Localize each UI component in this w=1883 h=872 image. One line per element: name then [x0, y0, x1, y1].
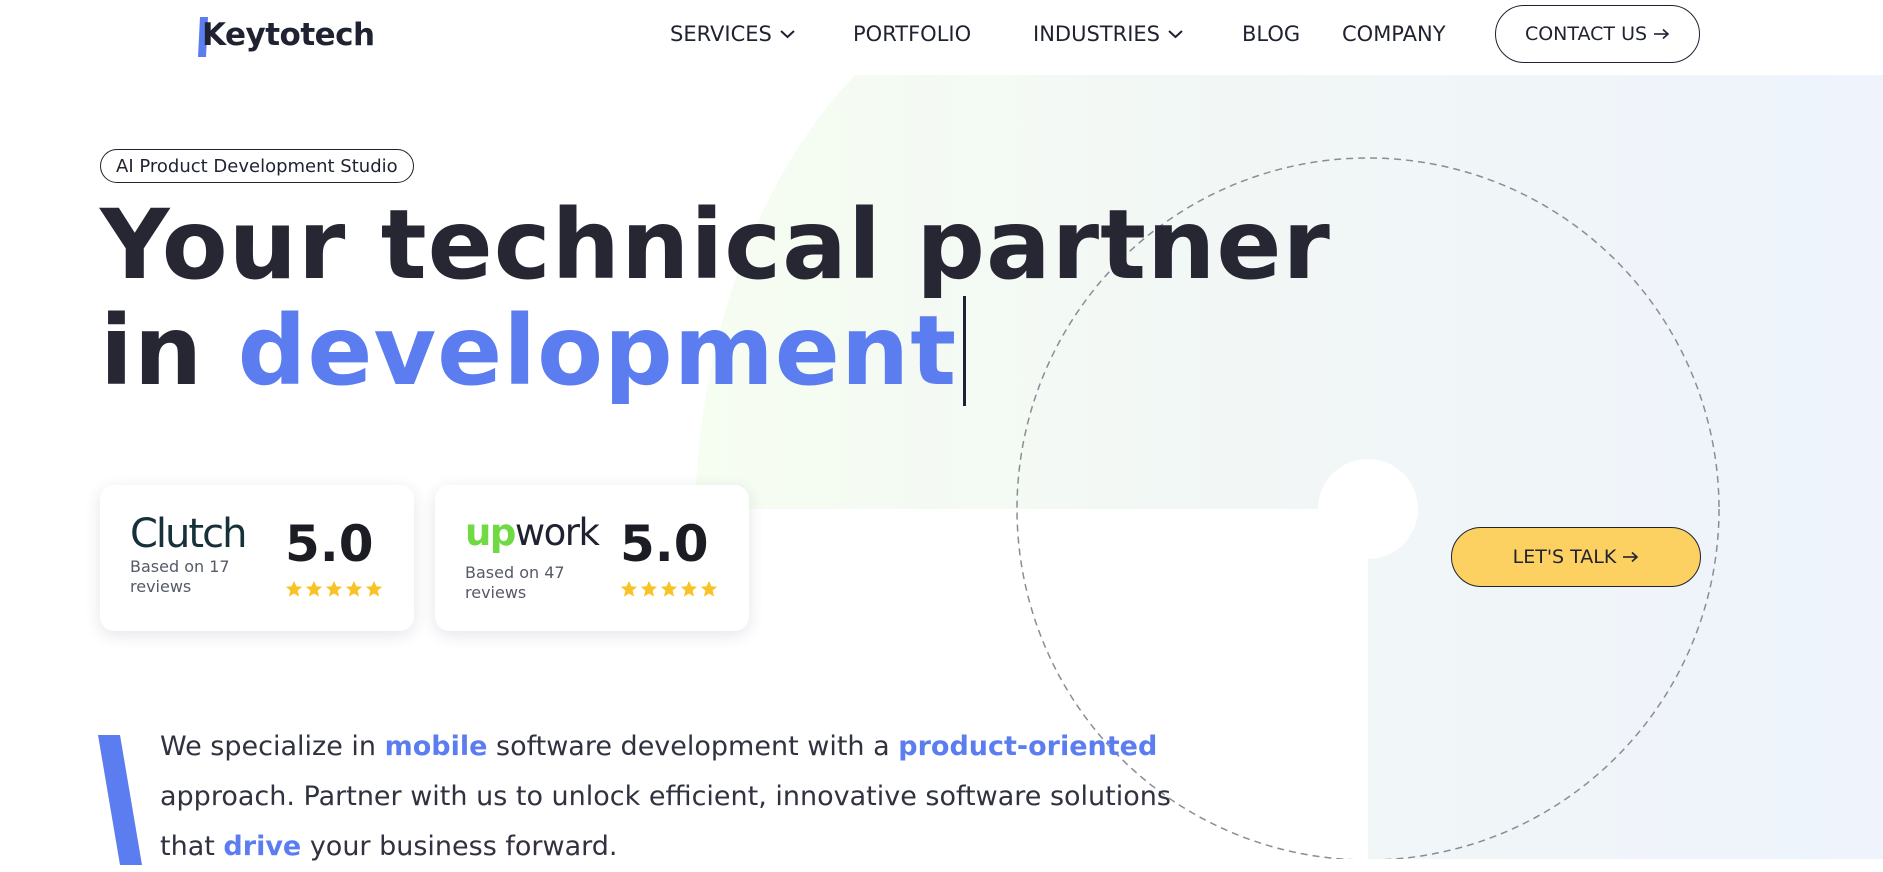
star-icon	[325, 580, 343, 597]
upwork-score: 5.0	[620, 515, 709, 573]
contact-us-label: CONTACT US	[1524, 23, 1648, 45]
clutch-logo: Clutch	[130, 511, 247, 557]
nav-item-portfolio[interactable]: PORTFOLIO	[853, 22, 971, 46]
nav-item-label: BLOG	[1242, 22, 1301, 46]
hero-headline: Your technical partner in development	[100, 195, 1331, 406]
nav-item-industries[interactable]: INDUSTRIES	[1033, 22, 1183, 46]
star-icon	[680, 580, 698, 597]
studio-tag-pill: AI Product Development Studio	[100, 149, 414, 183]
arrow-right-icon	[1654, 28, 1670, 40]
lets-talk-label: LET'S TALK	[1512, 546, 1617, 568]
intro-highlight-mobile: mobile	[384, 731, 488, 762]
arrow-right-icon	[1623, 551, 1639, 563]
contact-us-button[interactable]: CONTACT US	[1495, 5, 1700, 63]
intro-highlight-product-oriented: product-oriented	[898, 731, 1158, 762]
clutch-score: 5.0	[285, 515, 374, 573]
clutch-star-rating	[285, 580, 383, 598]
star-icon	[285, 580, 303, 597]
lets-talk-button[interactable]: LET'S TALK	[1451, 527, 1701, 587]
headline-line-2: in development	[100, 296, 1331, 406]
headline-accent-word: development	[237, 295, 958, 407]
clutch-review-note: Based on 17 reviews	[130, 557, 230, 596]
nav-item-label: COMPANY	[1342, 22, 1446, 46]
typing-caret	[963, 296, 967, 406]
logo-text: Keytotech	[202, 17, 375, 53]
chevron-down-icon	[1168, 30, 1183, 39]
logo[interactable]: Keytotech	[198, 12, 375, 58]
nav-item-services[interactable]: SERVICES	[670, 22, 795, 46]
upwork-logo: upwork	[465, 511, 600, 554]
nav-item-label: SERVICES	[670, 22, 772, 46]
upwork-logo-prefix: up	[465, 511, 516, 554]
star-icon	[700, 580, 718, 597]
upwork-review-note: Based on 47 reviews	[465, 563, 565, 602]
nav-item-label: PORTFOLIO	[853, 22, 972, 46]
nav-item-company[interactable]: COMPANY	[1342, 22, 1446, 46]
upwork-logo-suffix: work	[514, 511, 600, 554]
nav-item-blog[interactable]: BLOG	[1242, 22, 1300, 46]
star-icon	[640, 580, 658, 597]
background-white-notch	[1318, 459, 1418, 559]
star-icon	[345, 580, 363, 597]
intro-text: We specialize in	[160, 731, 385, 762]
quote-slash-decoration	[98, 735, 142, 865]
headline-prefix: in	[100, 295, 204, 407]
site-header: Keytotech SERVICES PORTFOLIO INDUSTRIES …	[0, 0, 1883, 72]
intro-text: your business forward.	[301, 831, 618, 862]
star-icon	[305, 580, 323, 597]
star-icon	[365, 580, 383, 597]
nav-item-label: INDUSTRIES	[1033, 22, 1160, 46]
upwork-star-rating	[620, 580, 718, 598]
clutch-rating-card[interactable]: Clutch Based on 17 reviews 5.0	[100, 485, 414, 631]
intro-paragraph: We specialize in mobile software develop…	[160, 722, 1220, 872]
star-icon	[620, 580, 638, 597]
headline-line-1: Your technical partner	[100, 189, 1331, 301]
upwork-rating-card[interactable]: upwork Based on 47 reviews 5.0	[435, 485, 749, 631]
chevron-down-icon	[780, 30, 795, 39]
intro-highlight-drive: drive	[223, 831, 302, 862]
star-icon	[660, 580, 678, 597]
intro-text: software development with a	[487, 731, 899, 762]
